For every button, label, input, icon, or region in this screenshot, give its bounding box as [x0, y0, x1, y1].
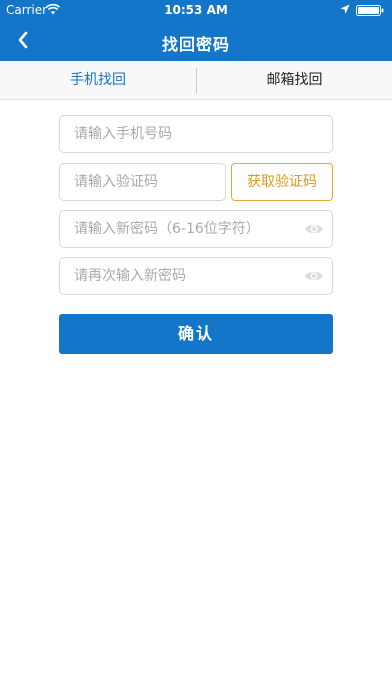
phone-input[interactable]	[60, 116, 332, 152]
status-bar: Carrier 10:53 AM	[0, 0, 392, 20]
recovery-tabs: 手机找回 邮箱找回	[0, 61, 392, 100]
battery-icon	[356, 5, 384, 16]
code-field	[59, 163, 226, 201]
new-password-input[interactable]	[60, 211, 332, 247]
tab-phone-recovery[interactable]: 手机找回	[0, 61, 196, 100]
eye-icon[interactable]	[304, 269, 324, 283]
confirm-button[interactable]: 确认	[59, 314, 333, 354]
new-password-field	[59, 210, 333, 248]
navigation-bar: 找回密码	[0, 20, 392, 61]
page-title: 找回密码	[161, 35, 230, 54]
verification-code-input[interactable]	[60, 164, 225, 200]
phone-field	[59, 115, 333, 153]
eye-icon[interactable]	[304, 222, 324, 236]
status-time: 10:53 AM	[164, 3, 228, 17]
get-code-button[interactable]: 获取验证码	[231, 163, 333, 201]
confirm-password-input[interactable]	[60, 258, 332, 294]
confirm-password-field	[59, 257, 333, 295]
location-arrow-icon	[340, 4, 350, 14]
tab-email-recovery[interactable]: 邮箱找回	[197, 61, 392, 100]
